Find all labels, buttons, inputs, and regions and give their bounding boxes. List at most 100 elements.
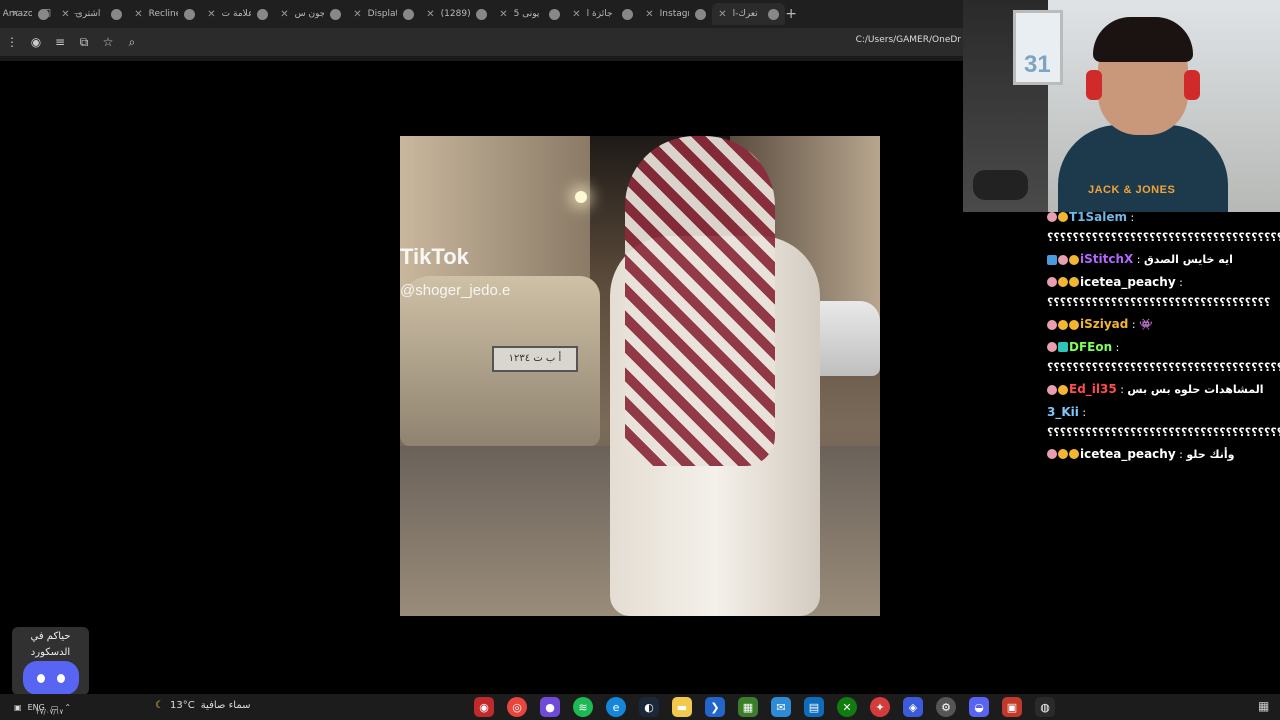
chat-username[interactable]: icetea_peachy xyxy=(1080,275,1176,289)
app-valorant-icon[interactable]: ✦ xyxy=(870,697,890,717)
chat-badge-icon xyxy=(1047,449,1057,460)
chat-badges xyxy=(1047,316,1080,336)
chat-badge-icon xyxy=(1058,254,1068,265)
extensions-icon[interactable]: ⧉ xyxy=(72,35,96,50)
tab-close-icon[interactable]: ✕ xyxy=(426,9,434,20)
mail-icon[interactable]: ✉ xyxy=(771,697,791,717)
chat-text: ؟؟؟؟؟؟؟؟؟؟؟؟؟؟؟؟؟؟؟؟؟؟؟؟؟؟؟؟؟؟؟؟؟؟؟؟؟؟؟؟… xyxy=(1047,425,1280,439)
chat-username[interactable]: Ed_il35 xyxy=(1069,382,1117,396)
vscode-icon[interactable]: ❯ xyxy=(705,697,725,717)
browser-tab[interactable]: ✕ Displat xyxy=(347,3,420,25)
xbox-icon[interactable]: ✕ xyxy=(837,697,857,717)
chat-message: iStitchX : ايه خايس الصدق xyxy=(1044,250,1280,273)
chat-badge-icon xyxy=(1047,277,1057,288)
chat-badge-icon xyxy=(1069,319,1079,330)
browser-tab[interactable]: ✕ جائزة ا xyxy=(566,3,639,25)
reading-list-icon[interactable]: ≡ xyxy=(48,35,72,49)
microphone xyxy=(973,170,1028,200)
tab-favicon-icon xyxy=(695,8,707,20)
person-in-thobe xyxy=(585,136,825,616)
tab-close-icon[interactable]: ✕ xyxy=(134,9,142,20)
app-red-icon[interactable]: ◉ xyxy=(474,697,494,717)
chat-username[interactable]: iStitchX xyxy=(1080,252,1133,266)
app-media-icon[interactable]: ▣ xyxy=(1002,697,1022,717)
window-controls: ✕ ❐ ─ xyxy=(0,0,93,28)
chat-separator: : xyxy=(1175,448,1187,461)
tab-close-icon[interactable]: ✕ xyxy=(499,9,507,20)
browser-tab[interactable]: ✕ (1289) xyxy=(420,3,493,25)
notification-icon[interactable]: ▣ xyxy=(14,703,22,712)
app-blue-icon[interactable]: ◈ xyxy=(903,697,923,717)
system-tray: ▣ ENG ▭ ⌃ ٢٧/٠٧/١٧ xyxy=(0,694,71,720)
discord-app-icon[interactable]: ◒ xyxy=(969,697,989,717)
chrome-icon[interactable]: ◎ xyxy=(507,697,527,717)
tab-close-icon[interactable]: ✕ xyxy=(207,9,215,20)
browser-tab[interactable]: ✕ علامة ت xyxy=(201,3,274,25)
tab-favicon-icon xyxy=(549,8,561,20)
tab-close-icon[interactable]: ✕ xyxy=(280,9,288,20)
browser-toolbar: ⋮ ◉ ≡ ⧉ ☆ ⌕ C:/Users/GAMER/OneDr xyxy=(0,28,963,56)
browser-tabstrip: ✕ ❐ ─ + ✕ تعرك-ا ✕ Instagr ✕ جائزة ا ✕ يونى 5 ✕ (… xyxy=(0,0,963,28)
browser-tab[interactable]: ✕ يونى 5 xyxy=(493,3,566,25)
headset-right xyxy=(1184,70,1200,100)
chat-separator: : xyxy=(1127,211,1135,224)
chat-username[interactable]: DFEon xyxy=(1069,340,1112,354)
menu-icon[interactable]: ⋮ xyxy=(0,35,24,49)
chat-separator: : xyxy=(1133,253,1144,267)
chat-text: 👾 xyxy=(1139,318,1153,332)
profile-icon[interactable]: ◉ xyxy=(24,35,48,49)
minimize-window-icon[interactable]: ─ xyxy=(62,9,93,20)
streamer-hair xyxy=(1093,17,1193,62)
show-hidden-icons-chevron-icon[interactable]: ⌃ xyxy=(64,703,71,712)
tab-close-icon[interactable]: ✕ xyxy=(572,9,580,20)
shemagh xyxy=(625,136,775,466)
weather-widget[interactable]: ☾ 13°C سماء صافية xyxy=(155,700,250,711)
obs-icon[interactable]: ● xyxy=(540,697,560,717)
tab-list: ✕ تعرك-ا ✕ Instagr ✕ جائزة ا ✕ يونى 5 ✕ (1289) ✕ Di… xyxy=(0,3,786,25)
chat-message: 3_Kii : ؟؟؟؟؟؟؟؟؟؟؟؟؟؟؟؟؟؟؟؟؟؟؟؟؟؟؟؟؟؟؟؟… xyxy=(1044,403,1280,445)
steam-icon[interactable]: ◐ xyxy=(639,697,659,717)
taskbar-date[interactable]: ٢٧/٠٧/١٧ xyxy=(36,708,63,716)
browser-tab[interactable]: ✕ جون س xyxy=(274,3,347,25)
tab-favicon-icon xyxy=(257,8,269,20)
chat-badge-icon xyxy=(1058,277,1068,288)
chat-badges xyxy=(1047,251,1080,271)
chat-badges xyxy=(1047,381,1069,401)
chat-badge-icon xyxy=(1047,384,1057,395)
settings-gear-icon[interactable]: ⚙ xyxy=(936,697,956,717)
restore-window-icon[interactable]: ❐ xyxy=(31,9,62,20)
discord-logo-icon xyxy=(22,661,79,695)
browser-tab[interactable]: ✕ تعرك-ا xyxy=(712,3,786,25)
store-icon[interactable]: ▤ xyxy=(804,697,824,717)
app-dark-icon[interactable]: ◍ xyxy=(1035,697,1055,717)
tab-close-icon[interactable]: ✕ xyxy=(718,9,726,20)
address-bar[interactable]: C:/Users/GAMER/OneDr xyxy=(856,35,961,45)
tab-favicon-icon xyxy=(330,8,342,20)
chat-badge-icon xyxy=(1047,254,1057,265)
file-explorer-icon[interactable]: ▬ xyxy=(672,697,692,717)
webcam-feed: 31 JACK & JONES xyxy=(963,0,1280,212)
browser-tab[interactable]: ✕ Recline xyxy=(128,3,201,25)
chat-username[interactable]: icetea_peachy xyxy=(1080,447,1176,461)
action-center-icon[interactable]: ▦ xyxy=(1258,699,1269,713)
headset-left xyxy=(1086,70,1102,100)
new-tab-button[interactable]: + xyxy=(785,6,797,22)
chat-message: iSziyad : 👾 xyxy=(1044,315,1280,338)
weather-description: سماء صافية xyxy=(200,700,251,711)
tab-label: Instagr xyxy=(659,9,690,19)
browser-tab[interactable]: ✕ Instagr xyxy=(639,3,712,25)
bookmark-star-icon[interactable]: ☆ xyxy=(96,35,120,49)
chat-separator: : xyxy=(1116,383,1128,397)
chat-username[interactable]: 3_Kii xyxy=(1047,405,1079,419)
tab-close-icon[interactable]: ✕ xyxy=(353,9,361,20)
zoom-icon[interactable]: ⌕ xyxy=(120,35,144,50)
chat-text: ؟؟؟؟؟؟؟؟؟؟؟؟؟؟؟؟؟؟؟؟؟؟؟؟؟؟؟؟؟؟؟؟؟؟؟؟؟؟؟؟… xyxy=(1047,230,1280,244)
chat-badges xyxy=(1047,273,1080,293)
minecraft-icon[interactable]: ▦ xyxy=(738,697,758,717)
spotify-icon[interactable]: ≋ xyxy=(573,697,593,717)
tab-close-icon[interactable]: ✕ xyxy=(645,9,653,20)
chat-username[interactable]: iSziyad xyxy=(1080,317,1128,331)
chat-username[interactable]: T1Salem xyxy=(1069,210,1127,224)
close-window-icon[interactable]: ✕ xyxy=(0,9,31,20)
edge-icon[interactable]: e xyxy=(606,697,626,717)
